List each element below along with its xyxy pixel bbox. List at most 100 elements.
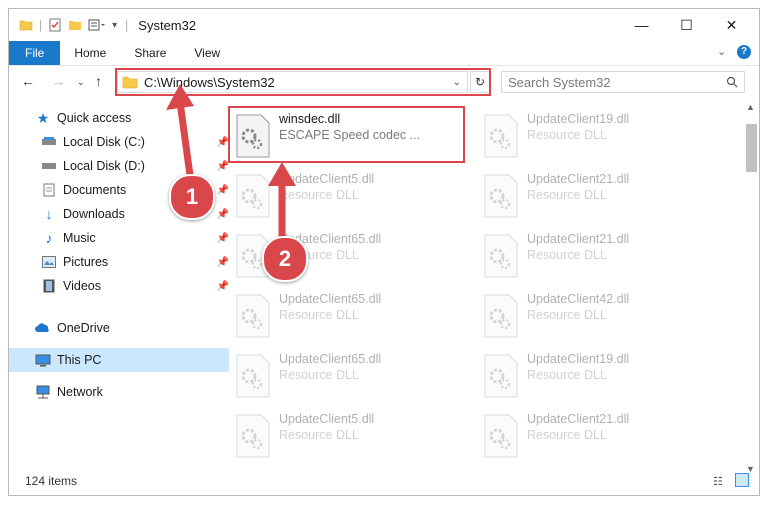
file-name: UpdateClient19.dll	[527, 112, 630, 126]
scroll-thumb[interactable]	[746, 124, 757, 172]
ribbon-tabs: File Home Share View ⌄ ?	[9, 41, 759, 66]
drive-icon	[41, 135, 57, 149]
documents-icon	[41, 183, 57, 197]
dll-file-icon	[483, 354, 519, 398]
title-bar: | ▾ | System32 — ☐ ✕	[9, 9, 759, 41]
file-name: UpdateClient21.dll	[527, 412, 630, 426]
expand-ribbon-icon[interactable]: ⌄	[717, 45, 726, 58]
callout-label: 1	[185, 184, 199, 209]
scroll-up-icon[interactable]: ▲	[746, 102, 755, 112]
sidebar-item-label: Videos	[63, 279, 101, 293]
dll-file-icon	[483, 114, 519, 158]
music-icon: ♪	[45, 230, 53, 246]
file-description: Resource DLL	[279, 368, 359, 382]
help-icon[interactable]: ?	[737, 45, 751, 59]
file-tile[interactable]: UpdateClient19.dll Resource DLL	[479, 352, 717, 402]
sidebar-item-label: Pictures	[63, 255, 109, 269]
sidebar-item-label: Local Disk (C:)	[63, 135, 145, 149]
dll-file-icon	[235, 114, 271, 158]
sidebar-item-this-pc[interactable]: This PC	[9, 348, 229, 372]
file-description: Resource DLL	[527, 188, 607, 202]
file-name: UpdateClient65.dll	[279, 292, 382, 306]
file-name: winsdec.dll	[279, 112, 341, 126]
properties-icon[interactable]	[48, 18, 62, 32]
separator: |	[125, 18, 129, 32]
file-description: Resource DLL	[527, 248, 607, 262]
vertical-scrollbar[interactable]: ▲ ▼	[743, 102, 759, 474]
file-description: Resource DLL	[279, 308, 359, 322]
file-tile-winsdec[interactable]: winsdec.dll ESCAPE Speed codec ...	[231, 112, 469, 162]
dll-file-icon	[483, 174, 519, 218]
file-description: Resource DLL	[279, 428, 359, 442]
file-tile[interactable]: UpdateClient42.dll Resource DLL	[479, 292, 717, 342]
file-tile[interactable]: UpdateClient21.dll Resource DLL	[479, 412, 717, 462]
tab-file[interactable]: File	[9, 41, 61, 65]
downloads-icon: ↓	[45, 206, 53, 222]
callout-badge-2: 2	[262, 236, 308, 282]
status-bar: 124 items ☷	[9, 467, 769, 495]
explorer-window: | ▾ | System32 — ☐ ✕ File Home Share Vie…	[8, 8, 760, 496]
tiles-view-icon[interactable]	[735, 473, 749, 487]
folder-icon[interactable]	[19, 18, 33, 32]
separator: |	[39, 18, 43, 32]
sidebar-item-videos[interactable]: Videos 📌	[9, 274, 235, 298]
item-count: 124 items	[25, 474, 78, 488]
file-name: UpdateClient19.dll	[527, 352, 630, 366]
dll-file-icon	[483, 234, 519, 278]
sidebar-item-label: Downloads	[63, 207, 125, 221]
sidebar-item-music[interactable]: ♪ Music 📌	[9, 226, 235, 250]
file-tile[interactable]: UpdateClient5.dll Resource DLL	[231, 412, 469, 462]
file-description: Resource DLL	[527, 368, 607, 382]
file-tile[interactable]: UpdateClient19.dll Resource DLL	[479, 112, 717, 162]
file-description: Resource DLL	[527, 308, 607, 322]
up-arrow-icon[interactable]: ↑	[95, 73, 102, 89]
search-placeholder: Search System32	[508, 74, 611, 90]
view-options-icon[interactable]	[88, 18, 106, 32]
customize-toolbar-icon[interactable]: ▾	[112, 20, 117, 31]
forward-arrow-icon[interactable]: →	[51, 73, 65, 89]
close-button[interactable]: ✕	[709, 9, 754, 41]
tab-home[interactable]: Home	[60, 41, 120, 65]
dll-file-icon	[235, 354, 271, 398]
new-folder-icon[interactable]	[68, 18, 82, 32]
file-description: ESCAPE Speed codec ...	[279, 128, 421, 142]
file-name: UpdateClient21.dll	[527, 172, 630, 186]
callout-badge-1: 1	[169, 174, 215, 220]
sidebar-item-onedrive[interactable]: OneDrive	[9, 316, 229, 340]
search-icon	[726, 76, 738, 88]
videos-icon	[41, 279, 57, 293]
window-title: System32	[138, 17, 197, 33]
tab-share[interactable]: Share	[120, 41, 180, 65]
file-tile[interactable]: UpdateClient21.dll Resource DLL	[479, 172, 717, 222]
file-name: UpdateClient42.dll	[527, 292, 630, 306]
file-tile[interactable]: UpdateClient65.dll Resource DLL	[231, 352, 469, 402]
minimize-button[interactable]: —	[619, 9, 664, 41]
sidebar-item-label: Documents	[63, 183, 127, 197]
dll-file-icon	[483, 294, 519, 338]
file-name: UpdateClient5.dll	[279, 412, 375, 426]
sidebar-item-label: Local Disk (D:)	[63, 159, 145, 173]
drive-icon	[41, 159, 57, 173]
search-input[interactable]: Search System32	[501, 71, 745, 93]
details-view-icon[interactable]: ☷	[713, 475, 723, 488]
quick-access-toolbar: | ▾ |	[9, 18, 128, 32]
sidebar-item-network[interactable]: Network	[9, 380, 229, 404]
file-tile[interactable]: UpdateClient65.dll Resource DLL	[231, 292, 469, 342]
file-description: Resource DLL	[527, 128, 607, 142]
tab-view[interactable]: View	[180, 41, 234, 65]
file-tile[interactable]: UpdateClient21.dll Resource DLL	[479, 232, 717, 282]
sidebar-item-label: Quick access	[57, 111, 132, 125]
recent-locations-icon[interactable]: ⌄	[77, 77, 85, 88]
dll-file-icon	[235, 294, 271, 338]
sidebar-item-pictures[interactable]: Pictures 📌	[9, 250, 235, 274]
callout-label: 2	[278, 246, 292, 271]
back-arrow-icon[interactable]: ←	[21, 73, 35, 89]
file-description: Resource DLL	[527, 428, 607, 442]
computer-icon	[35, 353, 51, 367]
dll-file-icon	[235, 414, 271, 458]
maximize-button[interactable]: ☐	[664, 9, 709, 41]
sidebar-item-label: Music	[63, 231, 96, 245]
sidebar-item-label: OneDrive	[57, 321, 110, 335]
dll-file-icon	[483, 414, 519, 458]
file-name: UpdateClient21.dll	[527, 232, 630, 246]
